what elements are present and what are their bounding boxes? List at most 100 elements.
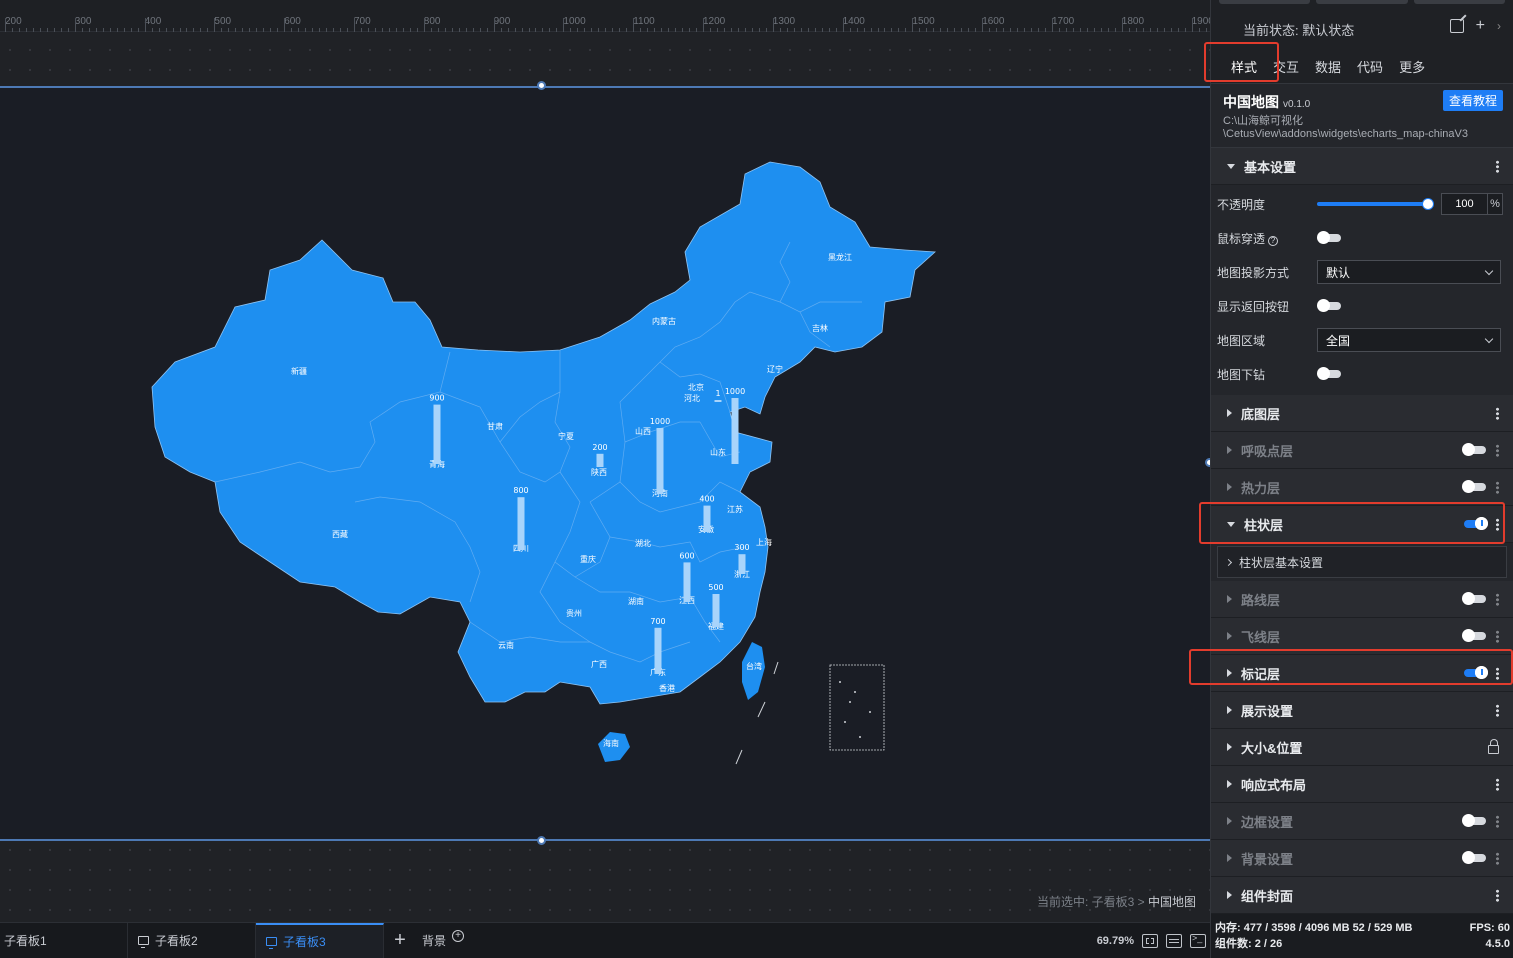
- opacity-input[interactable]: 100%: [1441, 193, 1503, 215]
- add-board-button[interactable]: +: [384, 923, 416, 958]
- tab-code[interactable]: 代码: [1357, 57, 1383, 76]
- section-base-layer[interactable]: 底图层: [1211, 395, 1513, 432]
- section-fly-layer[interactable]: 飞线层: [1211, 618, 1513, 655]
- tab-style[interactable]: 样式: [1231, 57, 1257, 76]
- tab-data[interactable]: 数据: [1315, 57, 1341, 76]
- island-dot: [854, 691, 856, 693]
- zoom-level[interactable]: 69.79%: [1097, 935, 1134, 947]
- chevron-right-icon[interactable]: ›: [1497, 19, 1501, 33]
- more-vertical-icon[interactable]: [1496, 159, 1499, 173]
- more-vertical-icon[interactable]: [1496, 777, 1499, 791]
- more-vertical-icon[interactable]: [1496, 666, 1499, 680]
- section-heat-layer[interactable]: 热力层: [1211, 469, 1513, 506]
- ruler-tick-label: 500: [214, 16, 232, 27]
- ruler-tick: [640, 28, 642, 32]
- more-vertical-icon[interactable]: [1496, 406, 1499, 420]
- projection-select[interactable]: 默认: [1317, 260, 1501, 284]
- tab-interaction[interactable]: 交互: [1273, 57, 1299, 76]
- section-basic-settings[interactable]: 基本设置: [1211, 148, 1513, 185]
- tab-board-1[interactable]: 子看板1: [0, 923, 128, 958]
- more-vertical-icon[interactable]: [1496, 814, 1499, 828]
- property-panel: 当前状态: 默认状态 + › 样式 交互 数据 代码 更多 中国地图 v0.1.0…: [1189, 0, 1513, 958]
- chevron-down-icon: [1484, 266, 1494, 275]
- mouse-through-toggle[interactable]: [1317, 231, 1341, 244]
- tab-more[interactable]: 更多: [1399, 57, 1425, 76]
- ruler-tick: [60, 28, 62, 32]
- ruler-tick: [1128, 28, 1130, 32]
- ruler-tick: [1024, 28, 1026, 32]
- taiwan-shape: [742, 642, 765, 700]
- more-vertical-icon[interactable]: [1496, 851, 1499, 865]
- tab-background[interactable]: 背景 +: [416, 923, 470, 958]
- background-toggle[interactable]: [1462, 851, 1486, 864]
- ruler-tick: [828, 28, 830, 32]
- panel-main-tabs: 样式 交互 数据 代码 更多: [1204, 42, 1513, 84]
- section-bar-layer[interactable]: 柱状层: [1199, 502, 1513, 544]
- drill-toggle[interactable]: [1317, 367, 1341, 380]
- ruler-tick: [5, 18, 6, 32]
- section-border-settings[interactable]: 边框设置: [1211, 803, 1513, 840]
- add-circle-icon[interactable]: +: [452, 929, 465, 942]
- marker-layer-toggle[interactable]: [1464, 666, 1488, 679]
- map-bar-广东: [654, 627, 662, 674]
- view-tutorial-button[interactable]: 查看教程: [1442, 90, 1503, 111]
- more-vertical-icon[interactable]: [1496, 443, 1499, 457]
- more-vertical-icon[interactable]: [1496, 629, 1499, 643]
- tab-board-3-label: 子看板3: [283, 935, 326, 949]
- section-marker-layer[interactable]: 标记层: [1189, 649, 1513, 692]
- section-breath-layer[interactable]: 呼吸点层: [1211, 432, 1513, 469]
- breath-layer-toggle[interactable]: [1462, 443, 1486, 456]
- ruler-tick: [626, 28, 628, 32]
- ruler-tick: [1010, 28, 1012, 32]
- board-viewport[interactable]: 新疆西藏青海甘肃内蒙古黑龙江吉林辽宁北京河北宁夏山西陕西河南山东四川重庆湖北安徽…: [0, 86, 1210, 841]
- border-toggle[interactable]: [1462, 814, 1486, 827]
- more-vertical-icon[interactable]: [1496, 592, 1499, 606]
- section-background-settings[interactable]: 背景设置: [1211, 840, 1513, 877]
- ruler-tick: [221, 28, 223, 32]
- terminal-icon[interactable]: [1190, 933, 1206, 948]
- section-title: 热力层: [1241, 480, 1281, 496]
- resize-handle-top[interactable]: [537, 81, 546, 90]
- ruler-tick: [493, 18, 495, 32]
- resize-handle-bottom[interactable]: [537, 836, 546, 845]
- fly-layer-toggle[interactable]: [1462, 629, 1486, 642]
- ruler-tick-label: 400: [144, 16, 162, 27]
- section-size-position[interactable]: 大小&位置: [1211, 729, 1513, 766]
- heat-layer-toggle[interactable]: [1462, 480, 1486, 493]
- route-layer-toggle[interactable]: [1462, 592, 1486, 605]
- plus-icon[interactable]: +: [1476, 17, 1485, 35]
- canvas-area[interactable]: 200 300 400 500 600 700 800 900 1000 1100 1200 1300…: [0, 0, 1210, 922]
- china-map[interactable]: 新疆西藏青海甘肃内蒙古黑龙江吉林辽宁北京河北宁夏山西陕西河南山东四川重庆湖北安徽…: [0, 88, 1210, 843]
- ruler-tick: [270, 28, 272, 32]
- bar-layer-basic-settings[interactable]: 柱状层基本设置: [1217, 546, 1507, 578]
- more-vertical-icon[interactable]: [1496, 517, 1499, 531]
- more-vertical-icon[interactable]: [1496, 480, 1499, 494]
- tab-board-2[interactable]: 子看板2: [128, 923, 256, 958]
- fit-screen-icon[interactable]: [1142, 933, 1158, 948]
- ruler-tick: [109, 28, 111, 32]
- memory-usage: 内存: 477 / 3598 / 4096 MB 52 / 529 MB: [1215, 922, 1413, 934]
- province-label: 重庆: [580, 554, 596, 564]
- back-button-toggle[interactable]: [1317, 299, 1341, 312]
- section-responsive-layout[interactable]: 响应式布局: [1211, 766, 1513, 803]
- edit-icon[interactable]: [1449, 19, 1464, 33]
- map-bar-value-label: 800: [513, 486, 528, 495]
- map-bar-江苏: [703, 505, 711, 532]
- map-bar-value-label: 300: [734, 543, 749, 552]
- tab-board-3[interactable]: 子看板3: [256, 923, 384, 958]
- more-vertical-icon[interactable]: [1496, 888, 1499, 902]
- selection-path: 当前选中: 子看板3 >: [1036, 895, 1148, 909]
- lock-icon[interactable]: [1488, 738, 1499, 754]
- section-route-layer[interactable]: 路线层: [1211, 581, 1513, 618]
- region-select[interactable]: 全国: [1317, 328, 1501, 352]
- ruler-tick: [25, 28, 27, 32]
- section-display-settings[interactable]: 展示设置: [1211, 692, 1513, 729]
- help-icon[interactable]: ?: [1268, 235, 1279, 246]
- bar-layer-toggle[interactable]: [1464, 517, 1488, 530]
- projection-row: 地图投影方式 默认: [1217, 255, 1503, 289]
- ruler-tick: [1003, 28, 1005, 32]
- opacity-slider[interactable]: [1317, 198, 1434, 210]
- section-component-cover[interactable]: 组件封面: [1211, 877, 1513, 914]
- more-vertical-icon[interactable]: [1496, 703, 1499, 717]
- keyboard-icon[interactable]: [1166, 933, 1182, 948]
